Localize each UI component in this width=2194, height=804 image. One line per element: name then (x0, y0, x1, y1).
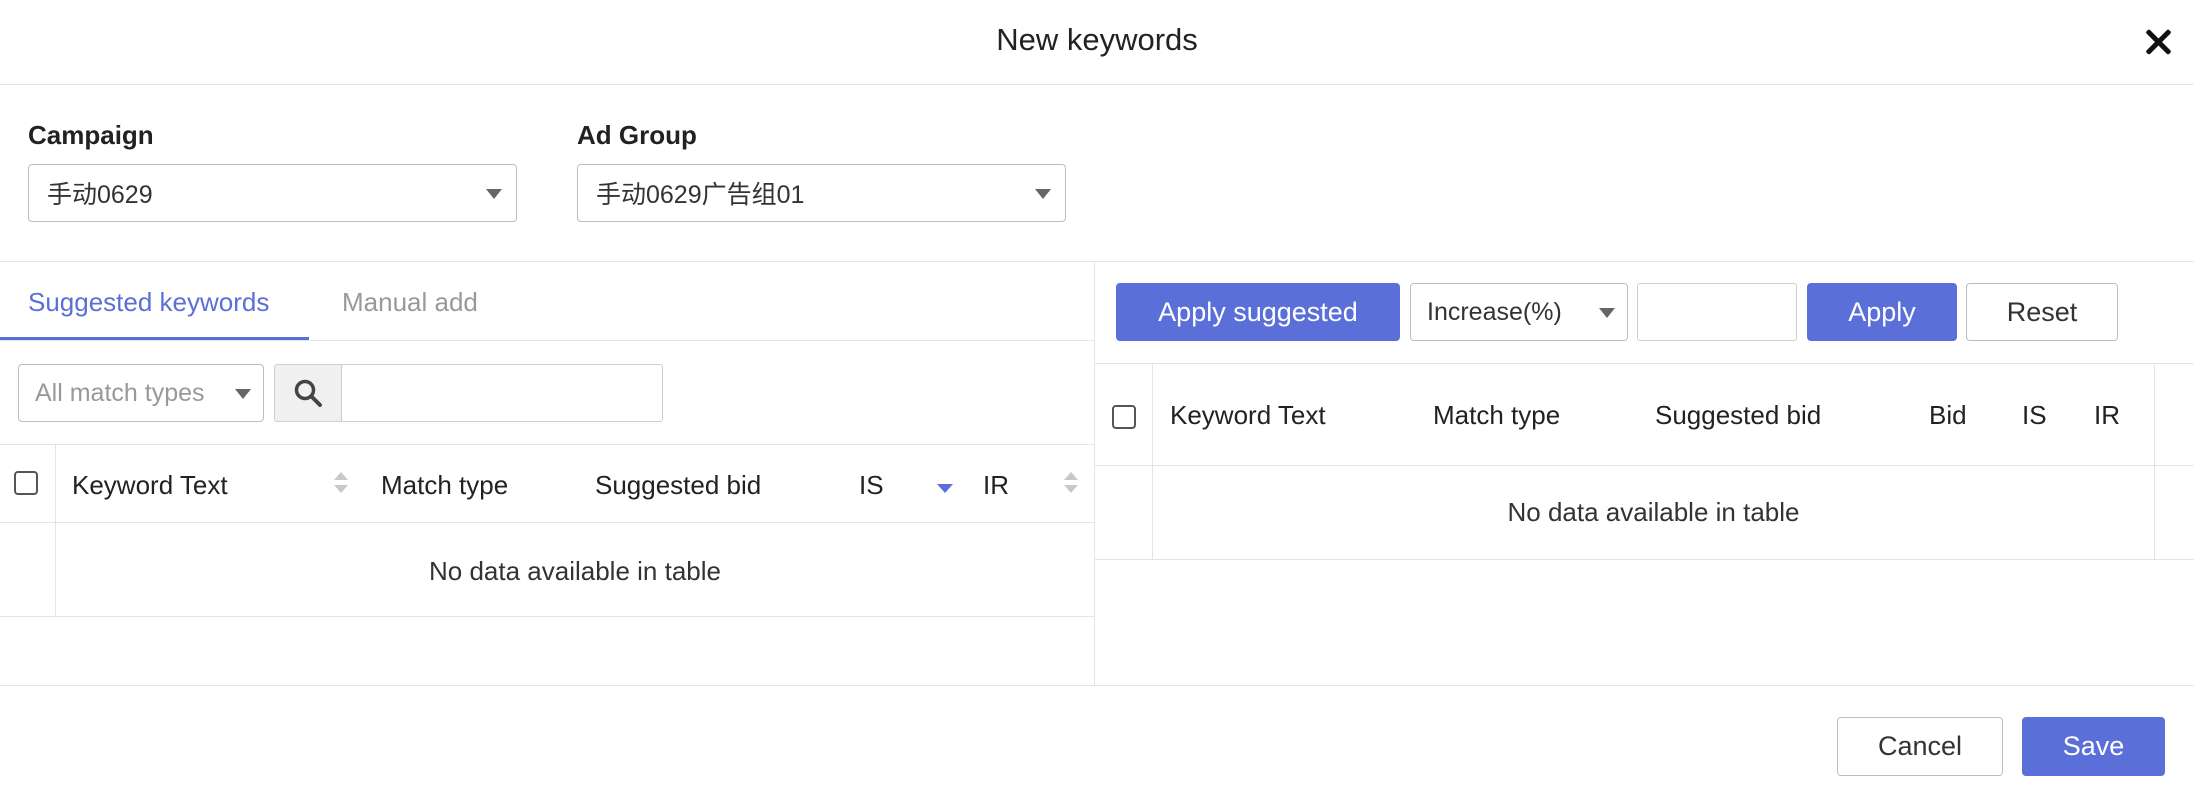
right-select-all-checkbox[interactable] (1112, 405, 1136, 429)
campaign-select[interactable]: 手动0629 (28, 164, 517, 222)
right-column-suggested-bid[interactable]: Suggested bid (1655, 400, 1821, 431)
save-button[interactable]: Save (2022, 717, 2165, 776)
table-header-border (0, 522, 1094, 523)
footer-divider (0, 685, 2194, 686)
apply-suggested-button[interactable]: Apply suggested (1116, 283, 1400, 341)
right-table-top-border (1095, 363, 2194, 364)
right-table-header-border (1095, 465, 2194, 466)
sort-icon[interactable] (1064, 472, 1078, 496)
apply-button[interactable]: Apply (1807, 283, 1957, 341)
column-is[interactable]: IS (859, 470, 884, 501)
cancel-button[interactable]: Cancel (1837, 717, 2003, 776)
table-top-border (0, 444, 1094, 445)
modal-title: New keywords (996, 22, 1198, 57)
reset-button[interactable]: Reset (1966, 283, 2118, 341)
right-column-match-type[interactable]: Match type (1433, 400, 1560, 431)
right-column-is[interactable]: IS (2022, 400, 2047, 431)
sort-icon[interactable] (334, 472, 348, 496)
keyword-search-input[interactable] (341, 364, 663, 422)
column-keyword-text[interactable]: Keyword Text (72, 470, 228, 501)
right-table-empty-message: No data available in table (1507, 497, 1800, 527)
table-bottom-border (0, 616, 1094, 617)
bid-adjust-mode-select[interactable]: Increase(%) (1410, 283, 1628, 341)
match-type-filter[interactable]: All match types (18, 364, 264, 422)
sort-desc-icon[interactable] (937, 484, 953, 493)
search-button[interactable] (274, 364, 342, 422)
right-column-bid[interactable]: Bid (1929, 400, 1967, 431)
right-table-column-divider (1152, 363, 1153, 559)
panel-divider (1094, 262, 1095, 686)
left-table-empty-message: No data available in table (429, 556, 721, 586)
campaign-label: Campaign (28, 120, 154, 150)
tabs-divider (0, 340, 1094, 341)
search-icon (294, 379, 322, 407)
match-type-filter-value: All match types (35, 378, 205, 407)
adgroup-label: Ad Group (577, 120, 697, 150)
chevron-down-icon (486, 189, 502, 199)
column-ir[interactable]: IR (983, 470, 1009, 501)
right-table-right-divider (2154, 363, 2155, 559)
right-column-ir[interactable]: IR (2094, 400, 2120, 431)
chevron-down-icon (235, 389, 251, 399)
adgroup-select-value: 手动0629广告组01 (596, 181, 805, 209)
select-all-checkbox[interactable] (14, 471, 38, 495)
chevron-down-icon (1035, 189, 1051, 199)
right-column-keyword-text[interactable]: Keyword Text (1170, 400, 1326, 431)
new-keywords-modal: New keywords Campaign 手动0629 Ad Group 手动… (0, 0, 2194, 804)
bid-adjust-value-input[interactable] (1637, 283, 1797, 341)
tab-suggested-keywords[interactable]: Suggested keywords (28, 287, 269, 318)
campaign-select-value: 手动0629 (47, 181, 153, 209)
close-icon[interactable] (2140, 24, 2176, 60)
adgroup-select[interactable]: 手动0629广告组01 (577, 164, 1066, 222)
table-column-divider (55, 444, 56, 616)
chevron-down-icon (1599, 308, 1615, 318)
column-suggested-bid[interactable]: Suggested bid (595, 470, 761, 501)
right-table-bottom-border (1095, 559, 2194, 560)
bid-adjust-mode-value: Increase(%) (1427, 297, 1562, 326)
tab-manual-add[interactable]: Manual add (342, 287, 478, 318)
column-match-type[interactable]: Match type (381, 470, 508, 501)
modal-header: New keywords (0, 0, 2194, 85)
section-divider (0, 261, 2194, 262)
